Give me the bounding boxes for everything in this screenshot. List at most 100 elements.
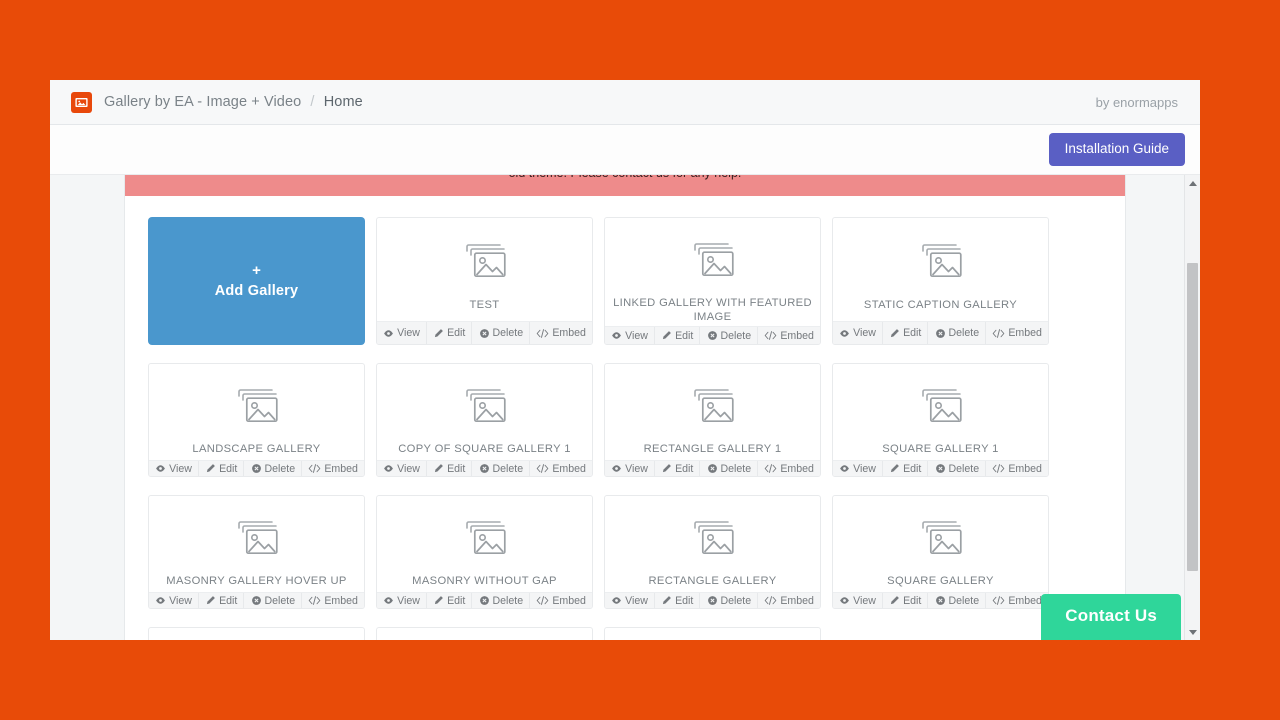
- delete-action[interactable]: Delete: [471, 461, 529, 476]
- view-label: View: [169, 594, 192, 607]
- gallery-card[interactable]: SQUARE GALLERY View Edit Delete Embed: [832, 495, 1049, 609]
- view-label: View: [397, 594, 420, 607]
- embed-label: Embed: [552, 594, 586, 607]
- edit-label: Edit: [219, 462, 238, 475]
- eye-icon: [612, 332, 621, 339]
- delete-action[interactable]: Delete: [471, 322, 529, 344]
- gallery-card[interactable]: LANDSCAPE GALLERY View Edit Delete Embed: [148, 363, 365, 477]
- add-gallery-tile-wrap: + Add Gallery: [148, 217, 365, 345]
- installation-guide-button[interactable]: Installation Guide: [1048, 133, 1185, 166]
- embed-action[interactable]: Embed: [757, 461, 820, 476]
- delete-circle-icon: [707, 596, 717, 606]
- breadcrumb-root[interactable]: Gallery by EA - Image + Video: [104, 94, 301, 110]
- embed-action[interactable]: Embed: [301, 593, 364, 608]
- gallery-card[interactable]: LINKED GALLERY WITH FEATURED IMAGE View …: [604, 217, 821, 345]
- embed-action[interactable]: Embed: [529, 593, 592, 608]
- gallery-card[interactable]: SQUARE GALLERY 1 View Edit Delete Embed: [832, 363, 1049, 477]
- delete-action[interactable]: Delete: [243, 593, 301, 608]
- delete-action[interactable]: Delete: [699, 327, 757, 344]
- view-action[interactable]: View: [833, 322, 882, 344]
- edit-action[interactable]: Edit: [653, 327, 699, 344]
- gallery-actions: View Edit Delete Embed: [149, 460, 364, 476]
- delete-circle-icon: [707, 464, 717, 474]
- edit-action[interactable]: Edit: [881, 593, 927, 608]
- view-action[interactable]: View: [833, 461, 882, 476]
- pencil-icon: [206, 464, 215, 473]
- embed-action[interactable]: Embed: [985, 461, 1048, 476]
- embed-label: Embed: [780, 594, 814, 607]
- body-area: old theme. Please contact us for any hel…: [50, 175, 1200, 640]
- delete-label: Delete: [948, 594, 980, 607]
- view-label: View: [397, 462, 420, 475]
- edit-action[interactable]: Edit: [425, 461, 471, 476]
- embed-action[interactable]: Embed: [757, 327, 820, 344]
- delete-action[interactable]: Delete: [927, 461, 985, 476]
- code-icon: [993, 464, 1005, 474]
- embed-action[interactable]: Embed: [985, 593, 1048, 608]
- scroll-up-arrow[interactable]: [1185, 175, 1200, 191]
- embed-action[interactable]: Embed: [985, 322, 1048, 344]
- pencil-icon: [890, 596, 899, 605]
- scroll-down-arrow[interactable]: [1185, 624, 1200, 640]
- add-gallery-button[interactable]: + Add Gallery: [148, 217, 365, 345]
- gallery-thumbnail: [149, 364, 364, 438]
- delete-circle-icon: [251, 464, 261, 474]
- edit-action[interactable]: Edit: [881, 322, 927, 344]
- gallery-actions: View Edit Delete Embed: [377, 592, 592, 608]
- contact-us-button[interactable]: Contact Us: [1041, 594, 1181, 640]
- edit-action[interactable]: Edit: [881, 461, 927, 476]
- vertical-scrollbar[interactable]: [1184, 175, 1200, 640]
- gallery-card[interactable]: [376, 627, 593, 640]
- gallery-title: TEST: [469, 299, 500, 311]
- view-action[interactable]: View: [605, 327, 654, 344]
- view-action[interactable]: View: [377, 593, 426, 608]
- edit-action[interactable]: Edit: [197, 593, 243, 608]
- embed-action[interactable]: Embed: [529, 322, 592, 344]
- edit-action[interactable]: Edit: [653, 461, 699, 476]
- delete-action[interactable]: Delete: [927, 322, 985, 344]
- view-action[interactable]: View: [377, 461, 426, 476]
- gallery-card[interactable]: COPY OF SQUARE GALLERY 1 View Edit Delet…: [376, 363, 593, 477]
- content-panel: old theme. Please contact us for any hel…: [125, 175, 1125, 640]
- view-action[interactable]: View: [377, 322, 426, 344]
- view-action[interactable]: View: [149, 593, 198, 608]
- gallery-image-icon: [71, 91, 92, 113]
- embed-action[interactable]: Embed: [529, 461, 592, 476]
- gallery-card[interactable]: RECTANGLE GALLERY View Edit Delete Embed: [604, 495, 821, 609]
- scrollbar-thumb[interactable]: [1187, 263, 1198, 571]
- delete-label: Delete: [492, 594, 524, 607]
- edit-action[interactable]: Edit: [425, 593, 471, 608]
- edit-label: Edit: [675, 462, 694, 475]
- gallery-card-wrap: MASONRY WITHOUT GAP View Edit Delete Emb…: [376, 495, 593, 609]
- delete-action[interactable]: Delete: [699, 461, 757, 476]
- code-icon: [537, 596, 549, 606]
- edit-action[interactable]: Edit: [425, 322, 471, 344]
- gallery-card[interactable]: [148, 627, 365, 640]
- breadcrumb-separator: /: [310, 94, 315, 110]
- delete-circle-icon: [935, 328, 945, 338]
- delete-action[interactable]: Delete: [243, 461, 301, 476]
- view-action[interactable]: View: [605, 593, 654, 608]
- delete-action[interactable]: Delete: [699, 593, 757, 608]
- gallery-card[interactable]: TEST View Edit Delete Embed: [376, 217, 593, 345]
- embed-action[interactable]: Embed: [757, 593, 820, 608]
- view-action[interactable]: View: [605, 461, 654, 476]
- gallery-card[interactable]: [604, 627, 821, 640]
- code-icon: [537, 464, 549, 474]
- gallery-card[interactable]: RECTANGLE GALLERY 1 View Edit Delete Emb…: [604, 363, 821, 477]
- edit-action[interactable]: Edit: [197, 461, 243, 476]
- eye-icon: [840, 329, 849, 337]
- gallery-card[interactable]: MASONRY GALLERY HOVER UP View Edit Delet…: [148, 495, 365, 609]
- edit-label: Edit: [447, 327, 466, 339]
- view-action[interactable]: View: [833, 593, 882, 608]
- gallery-card[interactable]: STATIC CAPTION GALLERY View Edit Delete …: [832, 217, 1049, 345]
- embed-action[interactable]: Embed: [301, 461, 364, 476]
- edit-label: Edit: [447, 594, 466, 607]
- gallery-card[interactable]: MASONRY WITHOUT GAP View Edit Delete Emb…: [376, 495, 593, 609]
- delete-label: Delete: [720, 594, 752, 607]
- eye-icon: [384, 329, 393, 337]
- view-action[interactable]: View: [149, 461, 198, 476]
- delete-action[interactable]: Delete: [471, 593, 529, 608]
- edit-action[interactable]: Edit: [653, 593, 699, 608]
- delete-action[interactable]: Delete: [927, 593, 985, 608]
